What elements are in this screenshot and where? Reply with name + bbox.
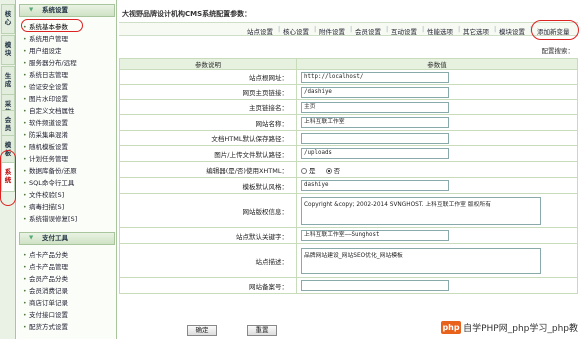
row-label: 编辑器(是/否)使用XHTML：	[119, 161, 297, 178]
table-row: 编辑器(是/否)使用XHTML： 是 否	[119, 161, 578, 178]
sidebar-item-backup[interactable]: • 数据库备份/还原	[23, 166, 77, 176]
tab-member-settings[interactable]: 会员设置	[355, 26, 381, 36]
table-row: 网页主页链接： /dashiye	[119, 84, 578, 100]
html-path-input[interactable]	[301, 132, 449, 144]
tab-performance[interactable]: 性能选项	[427, 26, 453, 36]
table-row: 模板默认风格： dashiye	[119, 177, 578, 194]
sidebar-item-random-templates[interactable]: • 随机模板设置	[23, 142, 68, 152]
table-row: 图片/上传文件默认路径： /uploads	[119, 145, 578, 162]
icp-number-input[interactable]	[301, 280, 449, 291]
sidebar-item-virus-scan[interactable]: • 病毒扫描[S]	[23, 202, 64, 212]
sidebar-item-sql-tool[interactable]: • SQL命令行工具	[23, 178, 74, 188]
column-header-description: 参数说明	[119, 58, 297, 70]
homepage-name-input[interactable]: 主页	[301, 101, 449, 113]
table-row: 网站名称： 上科互联工作室	[119, 114, 578, 131]
menu-header-system-settings[interactable]: ▼ 系统设置	[19, 4, 115, 17]
table-row: 站点根网址： http://localhost/	[119, 69, 578, 85]
table-header-row: 参数说明 参数值	[119, 58, 578, 70]
menu-header-payment-tools[interactable]: ▼ 支付工具	[19, 232, 115, 245]
row-label: 文档HTML默认保存路径：	[119, 130, 297, 146]
sidebar-item-card-categories[interactable]: • 点卡产品分类	[23, 250, 68, 260]
row-label: 网页主页链接：	[119, 84, 297, 100]
site-name-input[interactable]: 上科互联工作室	[301, 117, 449, 128]
highlight-circle	[531, 20, 579, 40]
tab-modules[interactable]: 模块	[1, 35, 15, 65]
upload-path-input[interactable]: /uploads	[301, 148, 449, 159]
sidebar-item-watermark[interactable]: • 图片水印设置	[23, 94, 68, 104]
menu-header-label: 系统设置	[42, 6, 68, 14]
tab-core-settings[interactable]: 核心设置	[283, 26, 309, 36]
sidebar-item-servers[interactable]: • 服务器分布/远程	[23, 58, 77, 68]
radio-label-no: 否	[333, 166, 341, 175]
collapse-arrow-icon: ▼	[29, 7, 34, 13]
sidebar-item-repair[interactable]: • 系统错误修复[S]	[23, 214, 77, 224]
tab-site-settings[interactable]: 站点设置	[247, 26, 273, 36]
row-label: 网站备案号：	[119, 277, 297, 294]
sidebar-item-delivery[interactable]: • 配货方式设置	[23, 322, 68, 332]
row-label: 站点根网址：	[119, 69, 297, 85]
config-table: 参数说明 参数值 站点根网址： http://localhost/ 网页主页链接…	[119, 58, 578, 294]
tab-core[interactable]: 核心	[1, 4, 15, 34]
radio-label-yes: 是	[309, 166, 316, 175]
sidebar-item-user-groups[interactable]: • 用户组设定	[23, 46, 62, 56]
sidebar-item-logs[interactable]: • 系统日志管理	[23, 70, 68, 80]
template-style-input[interactable]: dashiye	[301, 180, 449, 191]
tab-generate[interactable]: 生成	[1, 66, 15, 96]
highlight-circle	[0, 150, 16, 206]
sidebar-item-card-products[interactable]: • 点卡产品管理	[23, 262, 68, 272]
copyright-textarea[interactable]: Copyright &copy; 2002-2014 SVNGHOST. 上科互…	[301, 196, 541, 225]
tab-module-settings[interactable]: 模块设置	[499, 26, 525, 36]
reset-button[interactable]: 重置	[247, 325, 277, 336]
sidebar: ▼ 系统设置 • 系统基本参数 • 系统用户管理 • 用户组设定 • 服务器分布/远程 …	[17, 0, 117, 339]
xhtml-yes-radio[interactable]	[301, 167, 307, 174]
collapse-arrow-icon: ▼	[29, 235, 34, 241]
row-label: 网站名称：	[119, 114, 297, 131]
sidebar-item-doc-attrs[interactable]: • 自定义文档属性	[23, 106, 75, 116]
sidebar-item-member-categories[interactable]: • 会员产品分类	[23, 274, 68, 284]
table-row: 站点描述： 品牌网站建设_网站SEO优化_网站模板	[119, 243, 578, 278]
row-label: 模板默认风格：	[119, 177, 297, 194]
keywords-input[interactable]: 上科互联工作室——Sunghost	[301, 230, 449, 241]
xhtml-no-radio[interactable]	[325, 167, 332, 174]
sidebar-item-orders[interactable]: • 商店订单记录	[23, 298, 68, 308]
row-label: 站点默认关键字：	[119, 227, 297, 244]
php-logo-icon: php	[441, 321, 462, 334]
settings-tabs: 站点设置 | 核心设置 | 附件设置 | 会员设置 | 互动设置 | 性能选项 …	[119, 20, 579, 40]
site-watermark: php 自学PHP网_php学习_php教	[441, 321, 578, 337]
sidebar-item-member-consumption[interactable]: • 会员消费记录	[23, 286, 68, 296]
sidebar-item-anti-collect[interactable]: • 防采集串混淆	[23, 130, 68, 140]
sidebar-item-basic-params[interactable]: • 系统基本参数	[23, 22, 68, 32]
row-label: 网站版权信息：	[119, 193, 297, 228]
sidebar-item-security[interactable]: • 验证安全设置	[23, 82, 68, 92]
page-title: 大视野品牌设计机构CMS系统配置参数：	[122, 10, 252, 18]
sidebar-item-payment-api[interactable]: • 支付接口设置	[23, 310, 68, 320]
row-label: 主页链接名：	[119, 99, 297, 115]
column-header-value: 参数值	[296, 58, 578, 70]
tab-interaction-settings[interactable]: 互动设置	[391, 26, 417, 36]
watermark-text: 自学PHP网_php学习_php教	[463, 324, 578, 334]
row-label: 图片/上传文件默认路径：	[119, 145, 297, 162]
tab-attachment-settings[interactable]: 附件设置	[319, 26, 345, 36]
sidebar-item-users[interactable]: • 系统用户管理	[23, 34, 68, 44]
menu-header-label: 支付工具	[42, 234, 68, 242]
sidebar-item-file-check[interactable]: • 文件校验[S]	[23, 190, 64, 200]
sidebar-item-tasks[interactable]: • 计划任务管理	[23, 154, 68, 164]
homepage-link-input[interactable]: /dashiye	[301, 86, 449, 98]
confirm-button[interactable]: 确定	[187, 325, 217, 336]
tab-other-options[interactable]: 其它选项	[463, 26, 489, 36]
table-row: 站点默认关键字： 上科互联工作室——Sunghost	[119, 227, 578, 244]
site-description-textarea[interactable]: 品牌网站建设_网站SEO优化_网站模板	[301, 247, 541, 274]
main-panel: 大视野品牌设计机构CMS系统配置参数： 站点设置 | 核心设置 | 附件设置 |…	[118, 0, 580, 339]
table-row: 网站备案号：	[119, 277, 578, 294]
table-row: 文档HTML默认保存路径：	[119, 130, 578, 146]
module-tab-strip: 核心 模块 生成 采集 会员 模板 系统	[0, 0, 16, 339]
config-search-label: 配置搜索：	[541, 47, 575, 55]
row-label: 站点描述：	[119, 243, 297, 278]
sidebar-item-channels[interactable]: • 软件频道设置	[23, 118, 68, 128]
table-row: 网站版权信息： Copyright &copy; 2002-2014 SVNGH…	[119, 193, 578, 228]
site-url-input[interactable]: http://localhost/	[301, 71, 449, 83]
table-row: 主页链接名： 主页	[119, 99, 578, 115]
